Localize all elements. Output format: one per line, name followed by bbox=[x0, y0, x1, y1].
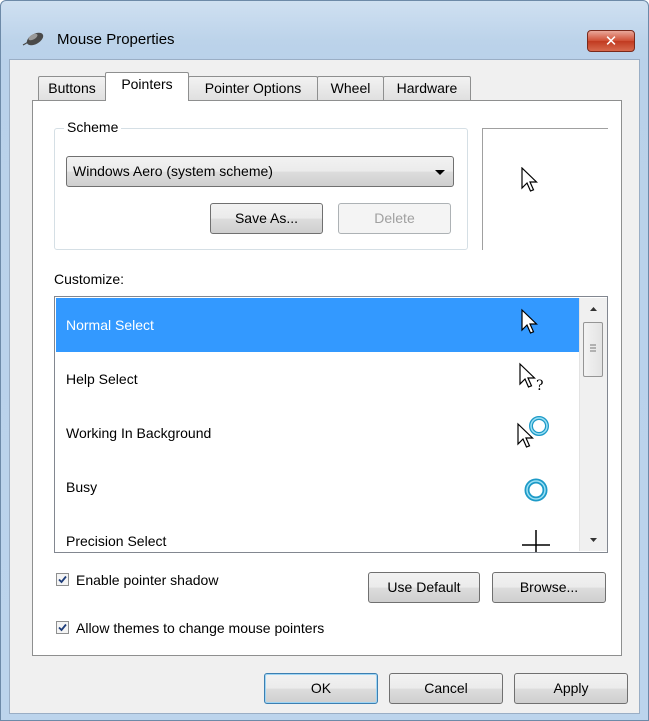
arrow-cursor-icon bbox=[521, 167, 538, 192]
list-item-normal-select[interactable]: Normal Select bbox=[56, 298, 579, 352]
checkmark-icon bbox=[58, 623, 67, 632]
tab-label: Wheel bbox=[330, 80, 371, 96]
customize-label: Customize: bbox=[54, 271, 125, 287]
working-background-cursor-icon bbox=[517, 416, 549, 448]
scheme-selected-value: Windows Aero (system scheme) bbox=[73, 163, 273, 179]
list-item-label: Normal Select bbox=[66, 317, 154, 333]
save-as-label: Save As... bbox=[234, 210, 299, 226]
list-item-label: Help Select bbox=[66, 371, 138, 387]
chevron-down-icon bbox=[435, 170, 445, 175]
arrow-cursor-icon bbox=[521, 308, 538, 334]
delete-button[interactable]: Delete bbox=[338, 203, 451, 234]
busy-cursor-icon bbox=[524, 478, 548, 502]
tab-pointer-options[interactable]: Pointer Options bbox=[188, 76, 318, 100]
browse-button[interactable]: Browse... bbox=[492, 572, 606, 603]
close-button[interactable]: ✕ bbox=[587, 30, 635, 52]
tab-wheel[interactable]: Wheel bbox=[317, 76, 384, 100]
list-scrollbar[interactable] bbox=[579, 298, 607, 551]
checkmark-icon bbox=[58, 575, 67, 584]
window-title: Mouse Properties bbox=[57, 31, 175, 48]
apply-button[interactable]: Apply bbox=[514, 673, 628, 704]
tab-label: Pointers bbox=[121, 76, 173, 92]
list-item-busy[interactable]: Busy bbox=[56, 460, 579, 514]
close-icon: ✕ bbox=[604, 32, 618, 50]
title-bar[interactable]: Mouse Properties ✕ bbox=[1, 1, 648, 52]
list-item-label: Busy bbox=[66, 479, 98, 495]
enable-pointer-shadow-checkbox[interactable] bbox=[56, 573, 69, 586]
ok-label: OK bbox=[310, 680, 332, 696]
tab-label: Hardware bbox=[396, 80, 458, 96]
list-item-precision-select[interactable]: Precision Select bbox=[56, 514, 579, 552]
grip-icon bbox=[590, 344, 596, 352]
tab-buttons[interactable]: Buttons bbox=[38, 76, 106, 100]
apply-label: Apply bbox=[553, 680, 589, 696]
scheme-label: Scheme bbox=[64, 119, 122, 135]
browse-label: Browse... bbox=[519, 579, 579, 595]
scheme-dropdown[interactable]: Windows Aero (system scheme) bbox=[66, 156, 454, 187]
enable-pointer-shadow-option[interactable]: Enable pointer shadow bbox=[56, 572, 276, 592]
enable-pointer-shadow-label: Enable pointer shadow bbox=[76, 572, 219, 588]
cancel-button[interactable]: Cancel bbox=[389, 673, 503, 704]
tab-label: Buttons bbox=[48, 80, 96, 96]
scroll-up-button[interactable] bbox=[580, 298, 607, 320]
list-item-help-select[interactable]: Help Select ? bbox=[56, 352, 579, 406]
tab-pointers[interactable]: Pointers bbox=[105, 72, 189, 101]
tab-label: Pointer Options bbox=[204, 80, 302, 96]
arrow-up-icon bbox=[590, 307, 597, 311]
list-item-label: Working In Background bbox=[66, 425, 212, 441]
scrollbar-thumb[interactable] bbox=[583, 322, 603, 377]
tab-hardware[interactable]: Hardware bbox=[383, 76, 471, 100]
arrow-down-icon bbox=[590, 538, 597, 542]
allow-themes-label: Allow themes to change mouse pointers bbox=[76, 620, 325, 636]
pointer-preview bbox=[482, 128, 608, 250]
svg-text:?: ? bbox=[536, 378, 544, 394]
use-default-label: Use Default bbox=[387, 579, 461, 595]
help-cursor-icon: ? bbox=[519, 362, 544, 394]
use-default-button[interactable]: Use Default bbox=[368, 572, 480, 603]
delete-label: Delete bbox=[374, 210, 415, 226]
crosshair-cursor-icon bbox=[522, 530, 550, 552]
list-item-label: Precision Select bbox=[66, 533, 167, 549]
save-as-button[interactable]: Save As... bbox=[210, 203, 323, 234]
mouse-icon bbox=[22, 32, 44, 46]
allow-themes-checkbox[interactable] bbox=[56, 621, 69, 634]
allow-themes-option[interactable]: Allow themes to change mouse pointers bbox=[56, 620, 386, 640]
scroll-down-button[interactable] bbox=[580, 529, 607, 551]
cancel-label: Cancel bbox=[424, 680, 468, 696]
list-item-working-in-background[interactable]: Working In Background bbox=[56, 406, 579, 460]
ok-button[interactable]: OK bbox=[264, 673, 378, 704]
cursor-list[interactable]: Normal Select Help Select ? Working In B… bbox=[54, 296, 608, 553]
